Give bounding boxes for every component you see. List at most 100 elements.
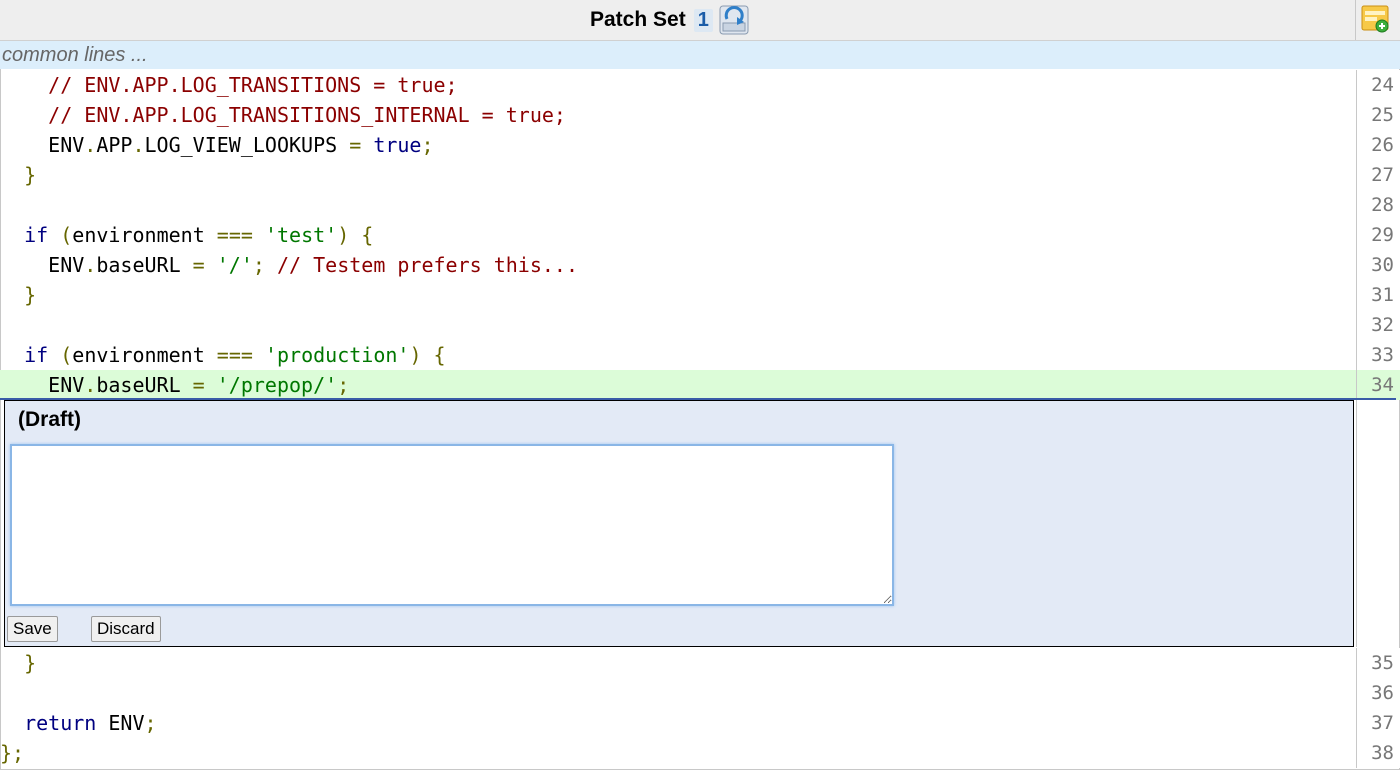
header-divider	[1355, 0, 1356, 40]
code-line: if (environment === 'test') {	[0, 220, 1356, 250]
code-token: if	[24, 343, 49, 367]
code-token: ENV	[96, 711, 145, 735]
draft-comment-box: (Draft) Save Discard	[4, 400, 1354, 647]
code-line: ENV.baseURL = '/'; // Testem prefers thi…	[0, 250, 1356, 280]
discard-button[interactable]: Discard	[91, 616, 161, 642]
code-token: ENV	[0, 133, 85, 157]
line-number[interactable]: 28	[1356, 190, 1400, 220]
code-line: // ENV.APP.LOG_TRANSITIONS_INTERNAL = tr…	[0, 100, 1356, 130]
code-token: {	[361, 223, 374, 247]
line-number[interactable]: 36	[1356, 678, 1400, 708]
code-token: )	[337, 223, 350, 247]
code-token: ;	[252, 253, 265, 277]
code-line: }	[0, 160, 1356, 190]
code-token: =	[192, 253, 205, 277]
code-token: environment	[72, 223, 217, 247]
code-token: ;	[337, 373, 350, 397]
code-token: '/prepop/'	[216, 373, 338, 397]
line-number[interactable]: 27	[1356, 160, 1400, 190]
line-number[interactable]: 25	[1356, 100, 1400, 130]
line-number[interactable]: 33	[1356, 340, 1400, 370]
draft-title: (Draft)	[18, 408, 81, 431]
code-token: {	[433, 343, 446, 367]
code-token: =	[349, 133, 362, 157]
code-token: if	[24, 223, 49, 247]
line-number[interactable]: 30	[1356, 250, 1400, 280]
line-number[interactable]: 31	[1356, 280, 1400, 310]
code-token: .	[132, 133, 145, 157]
line-number[interactable]: 37	[1356, 708, 1400, 738]
code-token: // ENV.APP.LOG_TRANSITIONS_INTERNAL = tr…	[48, 103, 566, 127]
code-token: APP	[96, 133, 133, 157]
code-token: 'production'	[264, 343, 410, 367]
code-token: true	[373, 133, 422, 157]
code-token: .	[84, 133, 97, 157]
refresh-icon[interactable]	[719, 5, 749, 35]
patch-set-number[interactable]: 1	[693, 8, 713, 32]
line-number[interactable]: 26	[1356, 130, 1400, 160]
code-token: LOG_VIEW_LOOKUPS	[144, 133, 350, 157]
code-line: if (environment === 'production') {	[0, 340, 1356, 370]
code-token: // Testem prefers this...	[276, 253, 579, 277]
code-token: }	[24, 651, 37, 675]
code-line: }	[0, 648, 1356, 678]
code-line: return ENV;	[0, 708, 1356, 738]
code-token: .	[84, 373, 97, 397]
line-number[interactable]: 35	[1356, 648, 1400, 678]
code-token: .	[84, 253, 97, 277]
code-line: }	[0, 280, 1356, 310]
code-token: '/'	[216, 253, 253, 277]
line-number[interactable]: 32	[1356, 310, 1400, 340]
code-token: (	[60, 223, 73, 247]
expand-icon[interactable]	[1360, 4, 1390, 34]
code-token: // ENV.APP.LOG_TRANSITIONS = true;	[48, 73, 458, 97]
code-token: (	[60, 343, 73, 367]
code-token: ENV	[0, 253, 85, 277]
patch-set-selector: Patch Set 1	[590, 5, 749, 35]
line-number[interactable]: 29	[1356, 220, 1400, 250]
code-token: 'test'	[264, 223, 338, 247]
code-token: ;	[144, 711, 157, 735]
code-token: return	[24, 711, 97, 735]
patch-set-header: Patch Set 1	[0, 0, 1400, 41]
code-token: ===	[216, 223, 253, 247]
comment-textarea[interactable]	[10, 444, 894, 606]
code-line: // ENV.APP.LOG_TRANSITIONS = true;	[0, 70, 1356, 100]
code-line: ENV.APP.LOG_VIEW_LOOKUPS = true;	[0, 130, 1356, 160]
line-number[interactable]: 38	[1356, 738, 1400, 768]
line-number[interactable]: 24	[1356, 70, 1400, 100]
code-token: baseURL	[96, 253, 193, 277]
code-token: }	[0, 741, 13, 765]
code-token: }	[24, 163, 37, 187]
code-line: };	[0, 738, 1356, 768]
code-line: ENV.baseURL = '/prepop/';	[0, 370, 1356, 400]
code-token: =	[192, 373, 205, 397]
code-token: }	[24, 283, 37, 307]
patch-set-label: Patch Set	[590, 8, 686, 31]
save-button[interactable]: Save	[7, 616, 58, 642]
line-number[interactable]: 34	[1356, 370, 1400, 400]
common-lines-bar[interactable]: common lines ...	[0, 41, 1400, 69]
code-token: )	[409, 343, 422, 367]
line-number-gutter	[1356, 400, 1400, 647]
